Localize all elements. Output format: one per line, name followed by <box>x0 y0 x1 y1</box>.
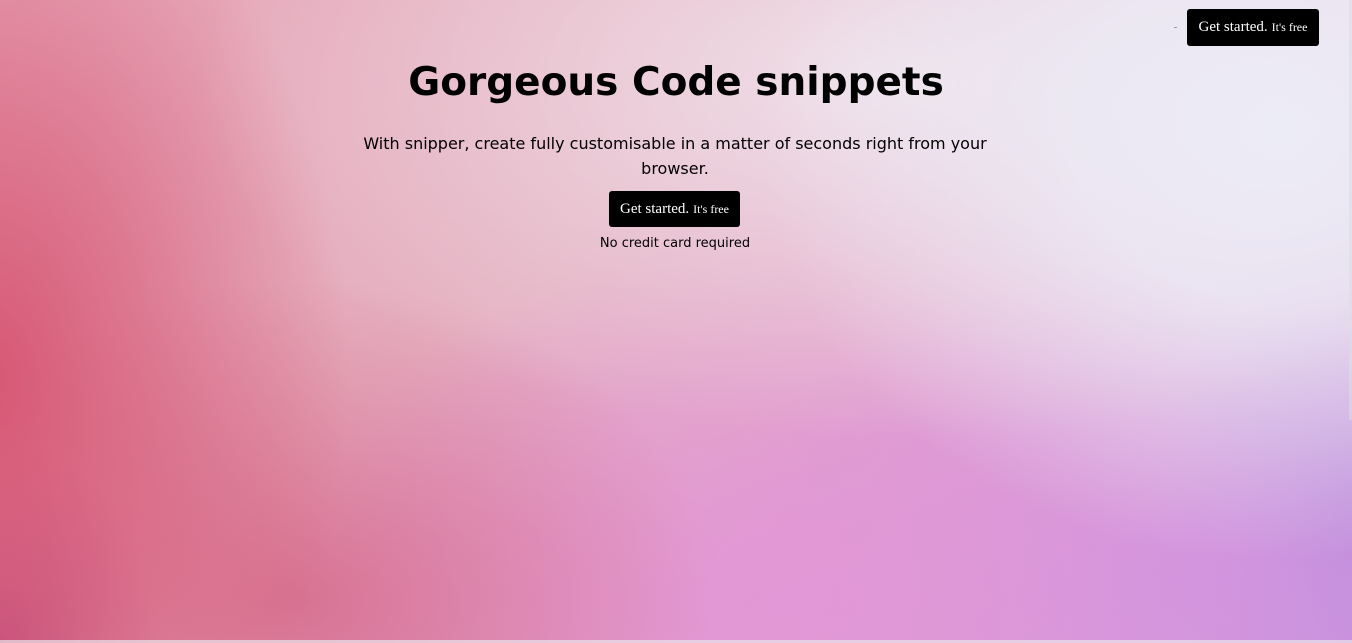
button-label-sub: It's free <box>693 202 729 216</box>
no-credit-card-note: No credit card required <box>599 236 751 251</box>
button-label-sub: It's free <box>1271 20 1308 34</box>
header-get-started-button[interactable]: Get started. It's free <box>1187 9 1319 46</box>
button-label-main: Get started. <box>1198 19 1268 35</box>
hero-subtitle: With snipper, create fully customisable … <box>363 134 987 178</box>
nav-divider <box>1174 27 1177 28</box>
page-title: Gorgeous Code snippets <box>408 60 944 105</box>
hero-get-started-button[interactable]: Get started. It's free <box>609 191 740 227</box>
button-label-main: Get started. <box>620 201 690 217</box>
